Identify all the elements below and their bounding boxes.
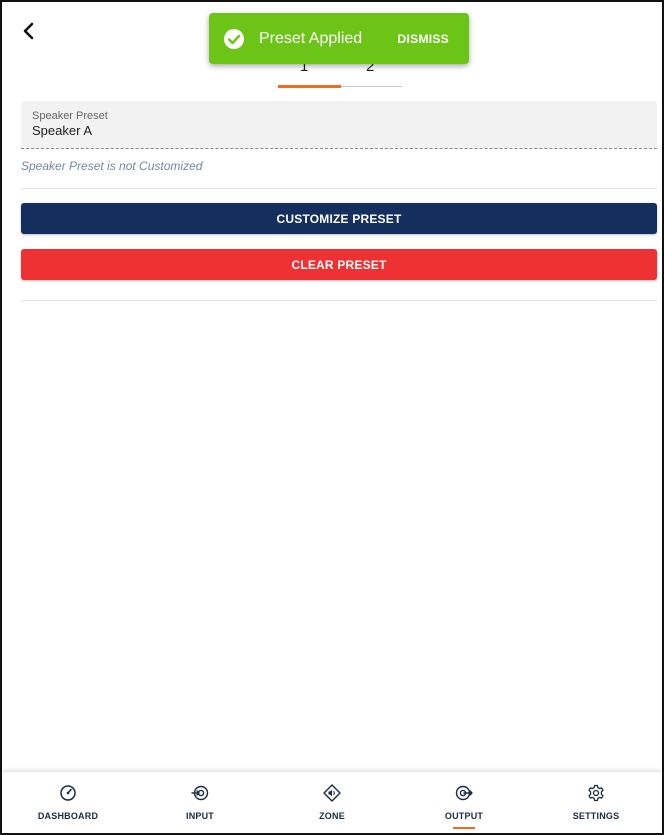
back-button[interactable] xyxy=(14,16,44,46)
speaker-preset-value: Speaker A xyxy=(32,123,92,138)
check-circle-icon xyxy=(224,28,244,49)
gear-icon xyxy=(588,784,604,802)
nav-active-indicator xyxy=(453,827,475,829)
input-icon xyxy=(191,785,209,801)
dismiss-button[interactable]: DISMISS xyxy=(398,32,449,46)
divider xyxy=(21,300,657,301)
nav-output[interactable]: OUTPUT xyxy=(398,772,530,833)
nav-dashboard[interactable]: DASHBOARD xyxy=(2,772,134,833)
zone-speaker-icon xyxy=(323,784,341,802)
nav-label: INPUT xyxy=(186,811,214,821)
preset-helper-text: Speaker Preset is not Customized xyxy=(21,159,203,173)
gauge-icon xyxy=(60,785,76,801)
nav-input[interactable]: INPUT xyxy=(134,772,266,833)
output-icon xyxy=(455,785,473,801)
customize-preset-button[interactable]: CUSTOMIZE PRESET xyxy=(21,203,657,234)
app-frame: 1 2 Preset Applied DISMISS Speaker Prese… xyxy=(0,0,664,835)
speaker-preset-select[interactable]: Speaker Preset Speaker A xyxy=(21,101,657,149)
toast-notification: Preset Applied DISMISS xyxy=(209,13,469,64)
tab-active-indicator xyxy=(278,85,341,88)
bottom-navigation: DASHBOARD INPUT ZONE OUTPUT SETTINGS xyxy=(2,772,662,833)
chevron-left-icon xyxy=(23,22,34,40)
nav-label: OUTPUT xyxy=(444,811,484,821)
toast-message: Preset Applied xyxy=(259,29,363,47)
nav-settings[interactable]: SETTINGS xyxy=(530,772,662,833)
nav-label: SETTINGS xyxy=(572,811,620,821)
nav-label: ZONE xyxy=(319,811,345,821)
nav-label: DASHBOARD xyxy=(37,811,99,821)
nav-zone[interactable]: ZONE xyxy=(266,772,398,833)
clear-preset-button[interactable]: CLEAR PRESET xyxy=(21,249,657,280)
divider xyxy=(21,188,657,189)
speaker-preset-label: Speaker Preset xyxy=(32,110,108,122)
